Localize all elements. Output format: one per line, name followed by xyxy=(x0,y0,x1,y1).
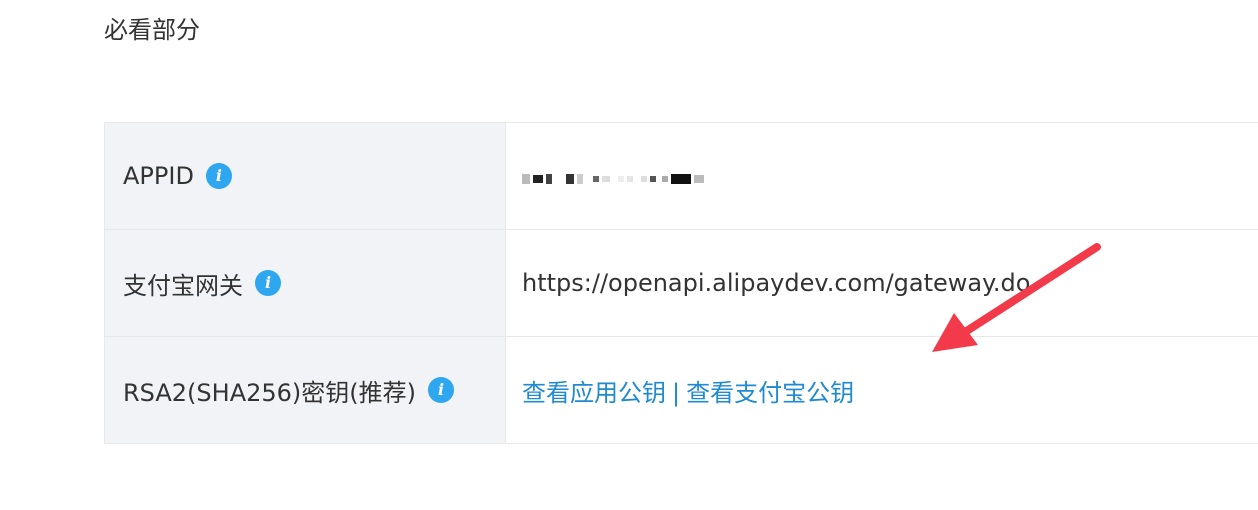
config-table: APPID i 支付宝网关 i https://openapi.alipayde… xyxy=(104,122,1258,444)
info-icon[interactable]: i xyxy=(428,377,455,403)
appid-label-cell: APPID i xyxy=(104,122,506,230)
info-icon[interactable]: i xyxy=(255,270,281,296)
view-app-public-key-link[interactable]: 查看应用公钥 xyxy=(522,379,666,407)
gateway-label-cell: 支付宝网关 i xyxy=(104,229,506,337)
table-row-appid: APPID i xyxy=(104,122,1258,230)
view-alipay-public-key-link[interactable]: 查看支付宝公钥 xyxy=(686,379,854,407)
table-row-rsa2: RSA2(SHA256)密钥(推荐) i 查看应用公钥 | 查看支付宝公钥 xyxy=(104,336,1258,444)
appid-value-cell xyxy=(505,122,1258,230)
rsa2-label-cell: RSA2(SHA256)密钥(推荐) i xyxy=(104,336,506,444)
section-title: 必看部分 xyxy=(104,16,200,44)
appid-masked-value xyxy=(522,167,707,191)
table-row-gateway: 支付宝网关 i https://openapi.alipaydev.com/ga… xyxy=(104,229,1258,337)
gateway-value-cell: https://openapi.alipaydev.com/gateway.do xyxy=(505,229,1258,337)
info-icon[interactable]: i xyxy=(205,163,232,189)
rsa2-label: RSA2(SHA256)密钥(推荐) xyxy=(123,378,417,407)
link-separator: | xyxy=(672,378,681,407)
gateway-url: https://openapi.alipaydev.com/gateway.do xyxy=(522,269,1031,297)
gateway-label: 支付宝网关 xyxy=(123,271,243,300)
rsa2-value-cell: 查看应用公钥 | 查看支付宝公钥 xyxy=(505,336,1258,444)
appid-label: APPID xyxy=(123,162,194,190)
